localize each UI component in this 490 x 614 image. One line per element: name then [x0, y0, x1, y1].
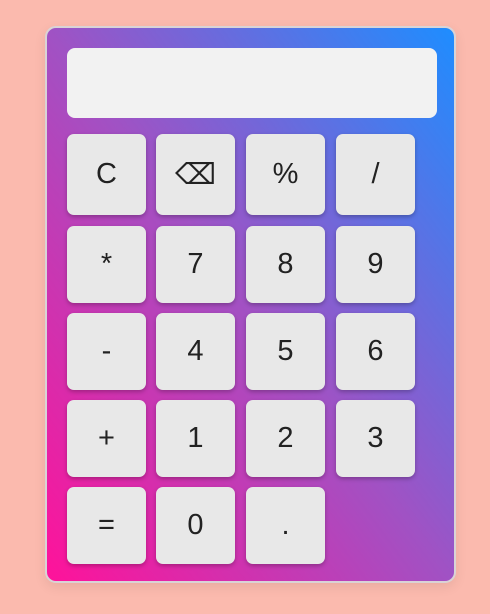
multiply-button[interactable]: *	[67, 226, 146, 303]
digit-5-button[interactable]: 5	[246, 313, 325, 390]
backspace-button[interactable]: ⌫	[156, 134, 235, 215]
display-field[interactable]	[67, 48, 437, 118]
digit-2-button[interactable]: 2	[246, 400, 325, 477]
clear-button[interactable]: C	[67, 134, 146, 215]
divide-button[interactable]: /	[336, 134, 415, 215]
digit-6-button[interactable]: 6	[336, 313, 415, 390]
calculator-panel: C ⌫ % / * 7 8 9 - 4 5 6 + 1 2 3 = 0 .	[45, 26, 456, 583]
digit-7-button[interactable]: 7	[156, 226, 235, 303]
digit-9-button[interactable]: 9	[336, 226, 415, 303]
digit-0-button[interactable]: 0	[156, 487, 235, 564]
digit-1-button[interactable]: 1	[156, 400, 235, 477]
digit-3-button[interactable]: 3	[336, 400, 415, 477]
decimal-button[interactable]: .	[246, 487, 325, 564]
percent-button[interactable]: %	[246, 134, 325, 215]
digit-8-button[interactable]: 8	[246, 226, 325, 303]
digit-4-button[interactable]: 4	[156, 313, 235, 390]
plus-button[interactable]: +	[67, 400, 146, 477]
minus-button[interactable]: -	[67, 313, 146, 390]
equals-button[interactable]: =	[67, 487, 146, 564]
